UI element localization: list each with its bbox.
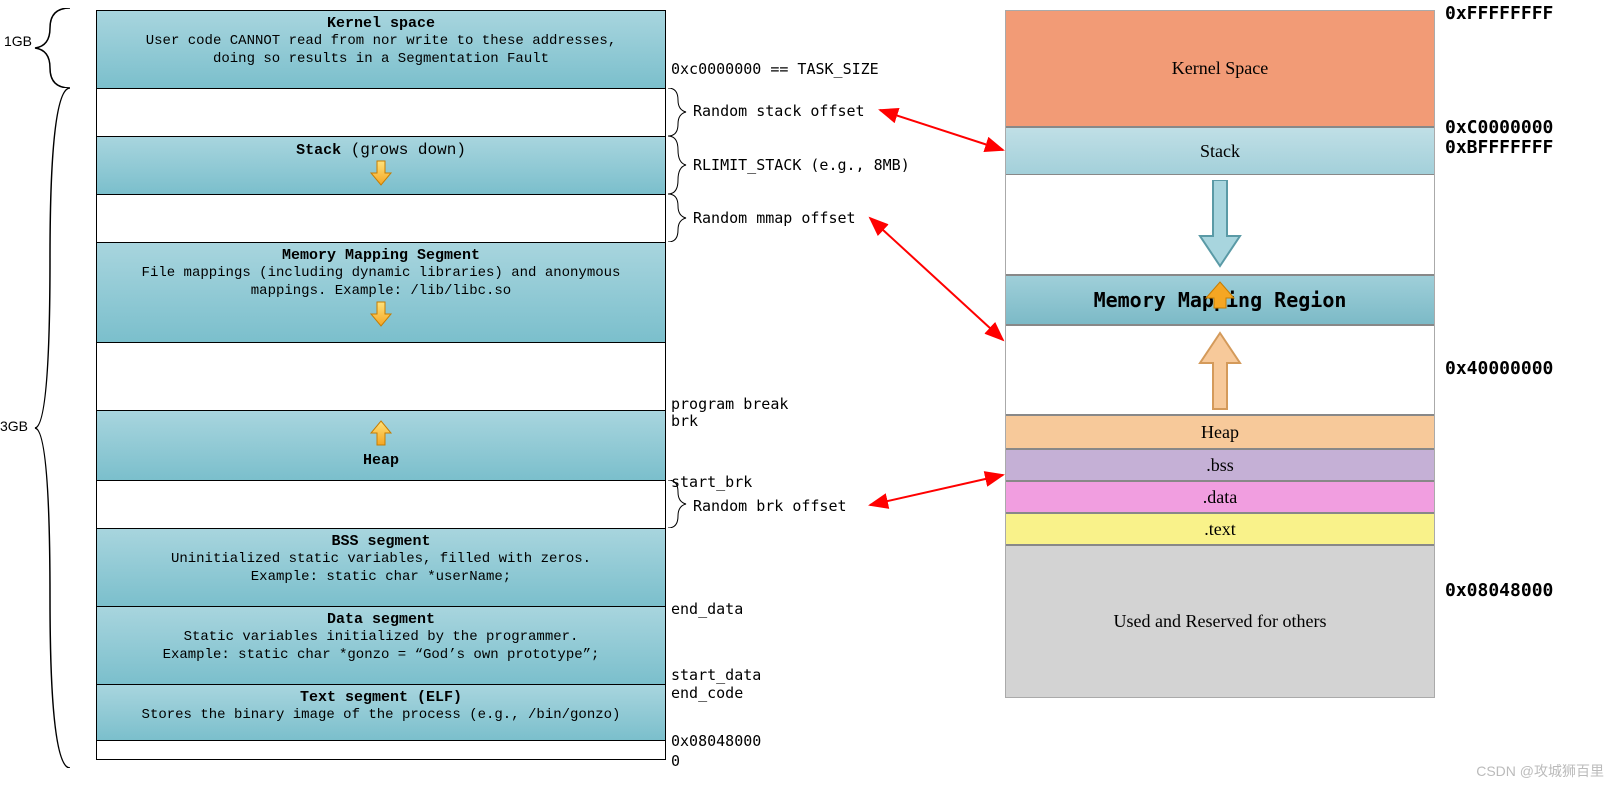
lbl-progbrk: program break: [671, 395, 788, 413]
seg-mms-desc: File mappings (including dynamic librari…: [105, 264, 657, 300]
addr-c0: 0xC0000000: [1445, 117, 1553, 138]
arrow-up-icon: [369, 419, 393, 447]
gap-zero: [97, 741, 665, 759]
lbl-brk: brk: [671, 412, 698, 430]
seg-heap-title: Heap: [105, 452, 657, 469]
seg-kernel-title: Kernel space: [105, 15, 657, 32]
addr-bf: 0xBFFFFFFF: [1445, 137, 1553, 158]
seg-text: Text segment (ELF) Stores the binary ima…: [97, 685, 665, 741]
r-gap-mmr-heap: [1006, 325, 1434, 415]
r-bss: .bss: [1006, 449, 1434, 481]
seg-bss-title: BSS segment: [105, 533, 657, 550]
arrow-down-icon: [369, 300, 393, 328]
label-3gb: 3GB: [0, 418, 28, 434]
lbl-rlimit: RLIMIT_STACK (e.g., 8MB): [693, 156, 910, 174]
right-memory-layout: Kernel Space Stack Memory Mapping Region…: [1005, 10, 1435, 698]
r-kernel: Kernel Space: [1006, 11, 1434, 127]
gap-brk: [97, 343, 665, 411]
r-stack: Stack: [1006, 127, 1434, 175]
lbl-randstack: Random stack offset: [693, 102, 865, 120]
arrow-down-large-icon: [1195, 180, 1245, 270]
seg-stack: Stack (grows down): [97, 137, 665, 195]
seg-data-title: Data segment: [105, 611, 657, 628]
lbl-enddata: end_data: [671, 600, 743, 618]
lbl-randmmap: Random mmap offset: [693, 209, 856, 227]
seg-text-desc: Stores the binary image of the process (…: [105, 706, 657, 724]
brace-rlimit: [666, 136, 688, 194]
lbl-tasksize: 0xc0000000 == TASK_SIZE: [671, 60, 879, 78]
addr-08: 0x08048000: [1445, 580, 1553, 601]
seg-stack-title: Stack: [296, 142, 341, 159]
brace-randmmap: [666, 194, 688, 242]
lbl-addr08: 0x08048000: [671, 732, 761, 750]
gap-randmmap: [97, 195, 665, 243]
r-heap: Heap: [1006, 415, 1434, 449]
lbl-startbrk: start_brk: [671, 473, 752, 491]
arrow-down-icon: [369, 159, 393, 187]
r-reserved: Used and Reserved for others: [1006, 545, 1434, 697]
r-text: .text: [1006, 513, 1434, 545]
brace-3gb: [30, 88, 78, 768]
brace-1gb: [30, 8, 78, 88]
seg-stack-suffix: (grows down): [341, 141, 466, 159]
seg-mms-title: Memory Mapping Segment: [105, 247, 657, 264]
seg-data-desc: Static variables initialized by the prog…: [105, 628, 657, 664]
seg-bss-desc: Uninitialized static variables, filled w…: [105, 550, 657, 586]
left-memory-layout: Kernel space User code CANNOT read from …: [96, 10, 666, 760]
r-data: .data: [1006, 481, 1434, 513]
label-1gb: 1GB: [4, 33, 32, 49]
seg-text-title: Text segment (ELF): [105, 689, 657, 706]
watermark: CSDN @攻城狮百里: [1476, 761, 1604, 781]
addr-40: 0x40000000: [1445, 358, 1553, 379]
seg-bss: BSS segment Uninitialized static variabl…: [97, 529, 665, 607]
addr-ff: 0xFFFFFFFF: [1445, 3, 1553, 24]
arrow-up-small-icon: [1200, 280, 1240, 310]
seg-kernel-desc: User code CANNOT read from nor write to …: [105, 32, 657, 68]
r-gap-stack-mmr: [1006, 175, 1434, 275]
lbl-zero: 0: [671, 752, 680, 770]
seg-kernel: Kernel space User code CANNOT read from …: [97, 11, 665, 89]
seg-mms: Memory Mapping Segment File mappings (in…: [97, 243, 665, 343]
lbl-startdata: start_data: [671, 666, 761, 684]
lbl-randbrk: Random brk offset: [693, 497, 847, 515]
seg-heap: Heap: [97, 411, 665, 481]
brace-randstack: [666, 88, 688, 136]
seg-data: Data segment Static variables initialize…: [97, 607, 665, 685]
gap-randstack: [97, 89, 665, 137]
gap-randbrk: [97, 481, 665, 529]
arrow-up-large-icon: [1195, 331, 1245, 411]
lbl-endcode: end_code: [671, 684, 743, 702]
